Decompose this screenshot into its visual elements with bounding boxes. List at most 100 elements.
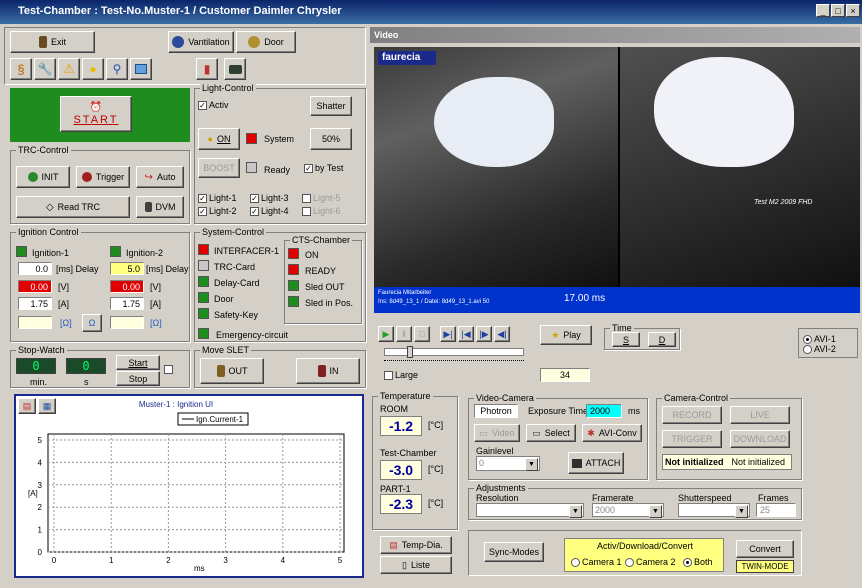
graph-table-button[interactable]: ▦ xyxy=(38,398,56,414)
sled-out-label: Sled OUT xyxy=(305,282,345,292)
temp-dia-button[interactable]: ▤ Temp-Dia. xyxy=(380,536,452,554)
adc-panel: Activ/Download/Convert Camera 1 Camera 2… xyxy=(564,538,724,572)
light-4-checkbox[interactable]: ✓ Light-4 xyxy=(250,206,289,217)
maximize-button[interactable]: □ xyxy=(831,4,845,17)
convert-button[interactable]: Convert xyxy=(736,540,794,558)
stopwatch-stop-button[interactable]: Stop xyxy=(116,371,160,386)
step-forward-button[interactable]: ▶| xyxy=(440,326,456,342)
light-3-checkbox[interactable]: ✓ Light-3 xyxy=(250,193,289,204)
time-d-button[interactable]: D xyxy=(648,332,676,347)
tool-wrench-button[interactable]: 🔧 xyxy=(34,58,56,80)
liste-button[interactable]: ▯ Liste xyxy=(380,556,452,574)
play-icon: ▶ xyxy=(382,328,390,339)
slet-in-button[interactable]: IN xyxy=(296,358,360,384)
read-trc-label: Read TRC xyxy=(57,202,101,212)
time-s-button[interactable]: S xyxy=(612,332,640,347)
ignition-1-amp-unit: [A] xyxy=(58,299,70,309)
prev-frame-button[interactable]: ◀| xyxy=(494,326,510,342)
exit-button[interactable]: Exit xyxy=(10,31,95,53)
ignition-1-delay-field[interactable]: 0.0 xyxy=(18,262,52,275)
avi-conv-button[interactable]: ✱ AVI-Conv xyxy=(582,424,642,442)
stop-button[interactable]: □ xyxy=(414,326,430,342)
large-checkbox[interactable]: Large xyxy=(384,370,418,381)
play-button-small[interactable]: ▶ xyxy=(378,326,394,342)
by-test-checkbox[interactable]: ✓ by Test xyxy=(304,163,343,174)
ventilation-button[interactable]: Vantilation xyxy=(168,31,234,53)
read-trc-button[interactable]: ◇ Read TRC xyxy=(16,196,130,218)
tool-zoom-button[interactable]: ⚲ xyxy=(106,58,128,80)
slet-out-button[interactable]: OUT xyxy=(200,358,264,384)
init-button[interactable]: INIT xyxy=(16,166,70,188)
light-on-button[interactable]: ● ON xyxy=(198,128,240,150)
sync-modes-button[interactable]: Sync-Modes xyxy=(484,542,544,562)
camera-2-radio[interactable]: Camera 2 xyxy=(625,557,676,568)
frame-slider[interactable] xyxy=(384,346,524,358)
shatter-button[interactable]: Shatter xyxy=(310,96,352,116)
cts-on-led xyxy=(288,248,299,259)
camera-1-radio[interactable]: Camera 1 xyxy=(571,557,622,568)
stopwatch-checkbox[interactable] xyxy=(164,364,175,375)
light-1-checkbox[interactable]: ✓ Light-1 xyxy=(198,193,237,204)
runner-icon: ★ xyxy=(551,329,560,340)
door-button[interactable]: Door xyxy=(236,31,296,53)
graph-chart-button[interactable]: ▤ xyxy=(18,398,36,414)
tool-image-button[interactable] xyxy=(130,58,152,80)
trigger-icon xyxy=(81,172,92,182)
video-button[interactable]: ▭ Video xyxy=(474,424,520,442)
exposure-field[interactable]: 2000 xyxy=(586,404,622,418)
chart-icon: ▤ xyxy=(22,400,32,411)
tool-plug-button[interactable]: § xyxy=(10,58,32,80)
slider-thumb[interactable] xyxy=(407,346,413,358)
minimize-button[interactable]: _ xyxy=(816,4,830,17)
light-5-checkbox[interactable]: Light-5 xyxy=(302,193,341,204)
next-frame-button[interactable]: |▶ xyxy=(476,326,492,342)
ignition-2-delay-field[interactable]: 5.0 xyxy=(110,262,144,275)
activ-checkbox[interactable]: ✓ Activ xyxy=(198,100,229,111)
ignition-2-amp-field[interactable]: 1.75 xyxy=(110,297,144,310)
trc-card-label: TRC-Card xyxy=(214,262,256,272)
avi-2-radio[interactable]: AVI-2 xyxy=(803,344,836,355)
system-control-title: System-Control xyxy=(200,227,267,237)
video-title: Video xyxy=(374,30,399,40)
gain-select[interactable]: 0 xyxy=(476,456,540,471)
ignition-2-amp-unit: [A] xyxy=(150,299,162,309)
play-button[interactable]: ★ Play xyxy=(540,325,592,345)
pause-button[interactable]: ‖ xyxy=(396,326,412,342)
light-2-checkbox[interactable]: ✓ Light-2 xyxy=(198,206,237,217)
ohm-button[interactable]: Ω xyxy=(82,314,102,332)
close-button[interactable]: × xyxy=(846,4,860,17)
resolution-select[interactable] xyxy=(476,503,584,518)
select-button[interactable]: ▭ Select xyxy=(526,424,576,442)
percent-button[interactable]: 50% xyxy=(310,128,352,150)
start-button[interactable]: ⏰ START xyxy=(60,96,132,132)
camera-1-label: Camera 1 xyxy=(582,557,622,567)
trigger-button[interactable]: Trigger xyxy=(76,166,130,188)
tool-bulb-button[interactable]: ● xyxy=(82,58,104,80)
framerate-select[interactable]: 2000 xyxy=(592,503,664,518)
frames-field[interactable]: 25 xyxy=(756,503,796,517)
live-button[interactable]: LIVE xyxy=(730,406,790,424)
door-label: Door xyxy=(264,37,284,47)
camera-status-2: Not initialized xyxy=(731,457,786,467)
tool-chart-button[interactable]: ▮ xyxy=(196,58,218,80)
light-6-checkbox[interactable]: Light-6 xyxy=(302,206,341,217)
boost-button[interactable]: BOOST xyxy=(198,158,240,178)
download-button[interactable]: DOWNLOAD xyxy=(730,430,790,448)
ignition-title: Ignition Control xyxy=(16,227,81,237)
record-button[interactable]: RECORD xyxy=(662,406,722,424)
y-tick-label: 1 xyxy=(38,526,43,535)
first-frame-button[interactable]: |◀ xyxy=(458,326,474,342)
tool-camera-button[interactable] xyxy=(224,58,246,80)
ventilation-label: Vantilation xyxy=(188,37,230,47)
tool-warning-button[interactable]: ⚠ xyxy=(58,58,80,80)
auto-button[interactable]: ↪ Auto xyxy=(136,166,184,188)
ignition-1-amp-field[interactable]: 1.75 xyxy=(18,297,52,310)
shutter-select[interactable] xyxy=(678,503,750,518)
stopwatch-start-button[interactable]: Start xyxy=(116,355,160,370)
attach-button[interactable]: ATTACH xyxy=(568,452,624,474)
dvm-button[interactable]: DVM xyxy=(136,196,184,218)
both-radio[interactable]: Both xyxy=(683,557,713,568)
avi-1-radio[interactable]: AVI-1 xyxy=(803,334,836,345)
record-label: RECORD xyxy=(672,410,712,420)
camera-trigger-button[interactable]: TRIGGER xyxy=(662,430,722,448)
